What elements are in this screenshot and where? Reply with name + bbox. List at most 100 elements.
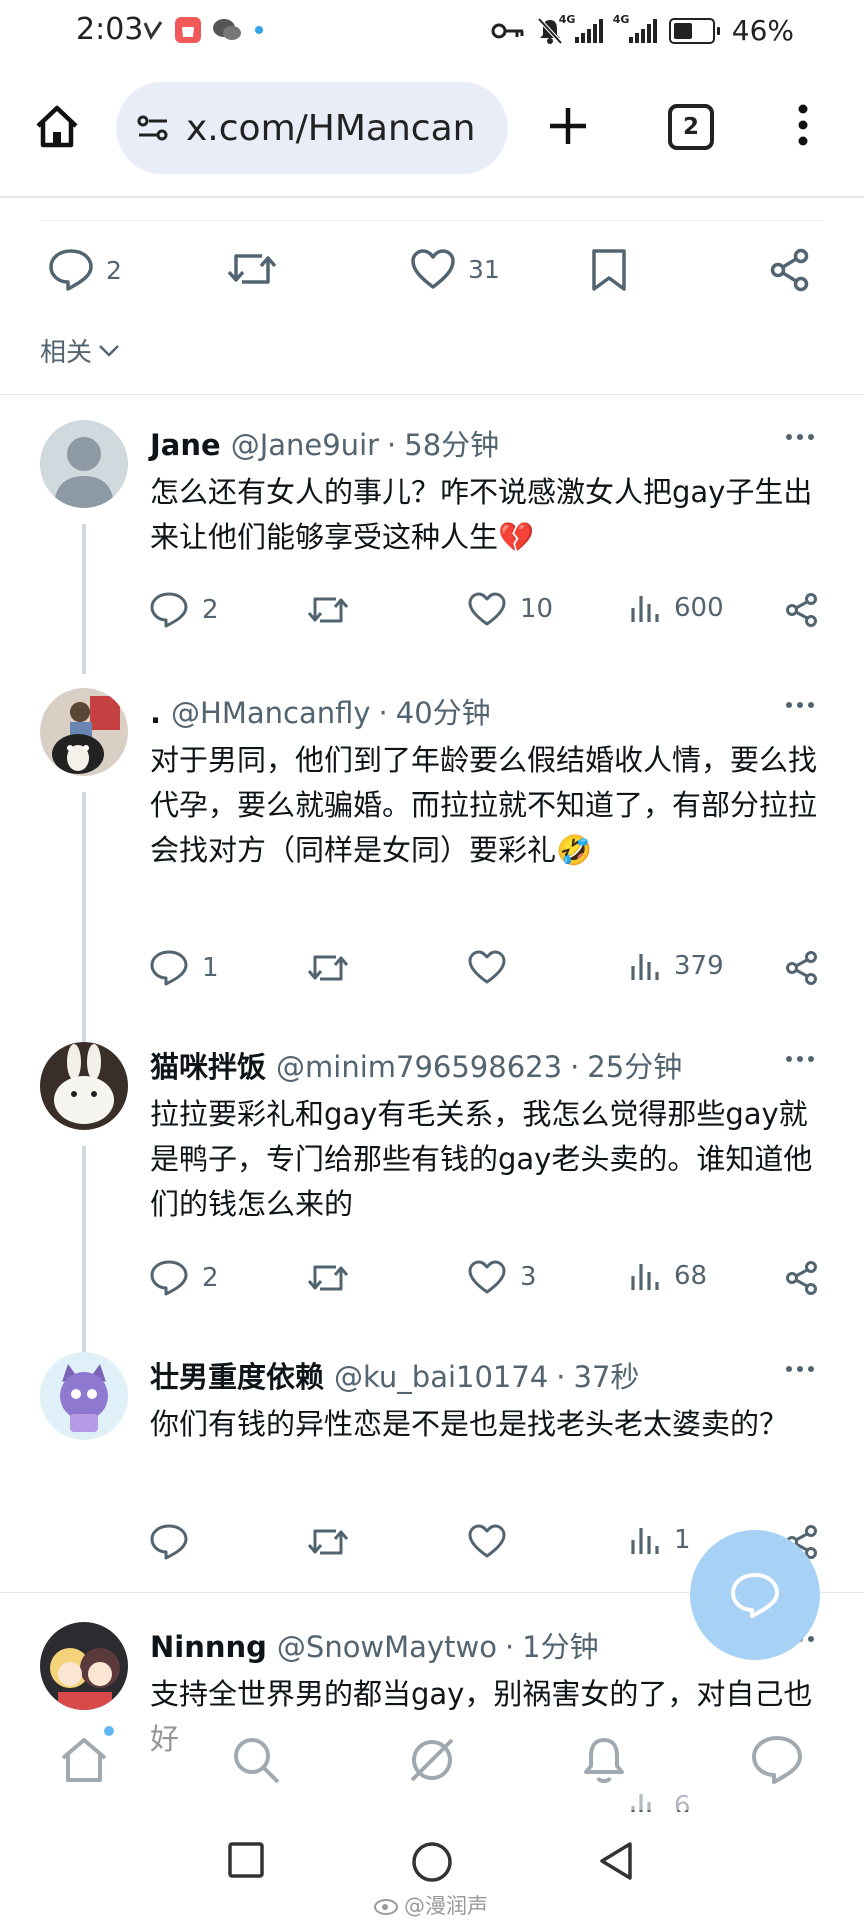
more-options-icon[interactable] (786, 1056, 814, 1062)
like-count: 10 (520, 594, 554, 624)
more-vert-icon[interactable] (796, 104, 810, 146)
rabbit-avatar-icon (40, 1042, 128, 1130)
views-count: 1 (674, 1525, 691, 1555)
reply-name[interactable]: 猫咪拌饭 (150, 1044, 266, 1086)
repost-icon (227, 254, 277, 284)
more-options-icon[interactable] (786, 1366, 814, 1372)
reply-name[interactable]: 壮男重度依赖 (150, 1354, 324, 1396)
reply-icon (49, 249, 93, 291)
grok-icon[interactable] (406, 1734, 458, 1786)
network-type-label-2: 4G (612, 12, 630, 26)
url-text[interactable]: x.com/HMancan (186, 108, 475, 149)
search-icon[interactable] (230, 1734, 282, 1786)
avatar[interactable] (40, 688, 128, 776)
repost-button[interactable] (306, 592, 350, 628)
network-type-label: 4G (558, 12, 576, 26)
reply-button[interactable]: 1 (150, 950, 219, 986)
repost-icon (307, 1529, 349, 1555)
like-button[interactable] (468, 950, 520, 984)
like-button[interactable] (468, 1524, 520, 1558)
weibo-logo-icon (374, 1899, 398, 1915)
reply-icon (150, 592, 188, 628)
reply-name[interactable]: Ninnng (150, 1630, 267, 1664)
reply-actions: 2 3 68 (0, 1260, 864, 1304)
reply-time[interactable]: 58分钟 (404, 422, 499, 464)
heart-icon (468, 1524, 506, 1558)
share-button[interactable] (784, 592, 820, 628)
views-button[interactable]: 600 (630, 592, 724, 624)
more-options-icon[interactable] (786, 702, 814, 708)
views-chart-icon (631, 1264, 659, 1290)
reply-name[interactable]: . (150, 696, 161, 730)
like-button[interactable]: 31 (410, 248, 500, 290)
messages-icon[interactable] (750, 1734, 804, 1786)
browser-divider (0, 196, 864, 198)
repost-button[interactable] (306, 1524, 350, 1560)
wechat-icon (213, 19, 241, 40)
reply-time[interactable]: 1分钟 (522, 1624, 598, 1666)
reply-button[interactable]: 2 (150, 592, 219, 628)
url-bar[interactable]: x.com/HMancan (116, 82, 508, 174)
share-icon (786, 951, 817, 985)
home-icon[interactable] (58, 1734, 110, 1786)
new-tab-icon[interactable] (548, 106, 588, 146)
views-button[interactable]: 1 (630, 1524, 691, 1556)
reply-time[interactable]: 25分钟 (587, 1044, 682, 1086)
status-system-icons: 4G 4G 46% (491, 12, 794, 47)
home-circle-icon[interactable] (410, 1840, 454, 1884)
reply-button[interactable]: 2 (150, 1260, 219, 1296)
reply-time[interactable]: 40分钟 (396, 690, 491, 732)
back-icon[interactable] (596, 1840, 636, 1882)
repost-button[interactable] (226, 248, 290, 290)
bookmark-button[interactable] (590, 248, 628, 292)
recent-apps-icon[interactable] (226, 1840, 266, 1880)
avatar[interactable] (40, 1622, 128, 1710)
reply-handle[interactable]: @SnowMaytwo (277, 1630, 497, 1664)
main-post-actions: 2 31 (0, 248, 864, 308)
heart-icon (468, 1260, 506, 1294)
reply-icon (150, 1260, 188, 1296)
separator-dot: · (504, 1630, 515, 1664)
site-settings-icon[interactable] (136, 113, 170, 143)
share-icon (770, 248, 809, 292)
floating-reply-button[interactable] (690, 1530, 820, 1660)
reply-handle[interactable]: @minim796598623 (276, 1050, 562, 1084)
repost-button[interactable] (306, 950, 350, 986)
views-count: 600 (674, 593, 724, 623)
reply-name[interactable]: Jane (150, 428, 221, 462)
like-button[interactable]: 3 (468, 1260, 537, 1294)
more-options-icon[interactable] (786, 434, 814, 440)
home-icon[interactable] (34, 104, 80, 148)
bell-icon[interactable] (578, 1734, 630, 1786)
app-dot-icon (255, 26, 263, 34)
section-divider (0, 394, 864, 395)
share-button[interactable] (768, 248, 812, 292)
views-chart-icon (631, 596, 659, 622)
thread-line (82, 1146, 86, 1372)
avatar[interactable] (40, 1352, 128, 1440)
reply-time[interactable]: 37秒 (574, 1354, 640, 1396)
views-button[interactable]: 68 (630, 1260, 707, 1292)
reply-handle[interactable]: @Jane9uir (231, 428, 379, 462)
like-button[interactable]: 10 (468, 592, 553, 626)
reply-count: 2 (202, 1263, 219, 1293)
avatar[interactable] (40, 1042, 128, 1130)
avatar-photo-icon (40, 688, 128, 776)
reply-handle[interactable]: @ku_bai10174 (334, 1360, 548, 1394)
reply-button[interactable]: 2 (48, 248, 122, 292)
separator-dot: · (556, 1360, 566, 1394)
separator-dot: · (387, 428, 397, 462)
related-dropdown[interactable]: 相关 (40, 332, 120, 369)
reply-icon (150, 1524, 188, 1560)
share-button[interactable] (784, 950, 820, 986)
views-button[interactable]: 379 (630, 950, 724, 982)
check-notification-icon (143, 21, 163, 41)
reply-actions: 2 10 600 (0, 592, 864, 636)
reply-button[interactable] (150, 1524, 202, 1560)
share-button[interactable] (784, 1260, 820, 1296)
repost-button[interactable] (306, 1260, 350, 1296)
tab-switcher-button[interactable]: 2 (668, 104, 714, 150)
reply-handle[interactable]: @HMancanfly (171, 696, 371, 730)
reply-count: 2 (106, 255, 122, 285)
avatar[interactable] (40, 420, 128, 508)
